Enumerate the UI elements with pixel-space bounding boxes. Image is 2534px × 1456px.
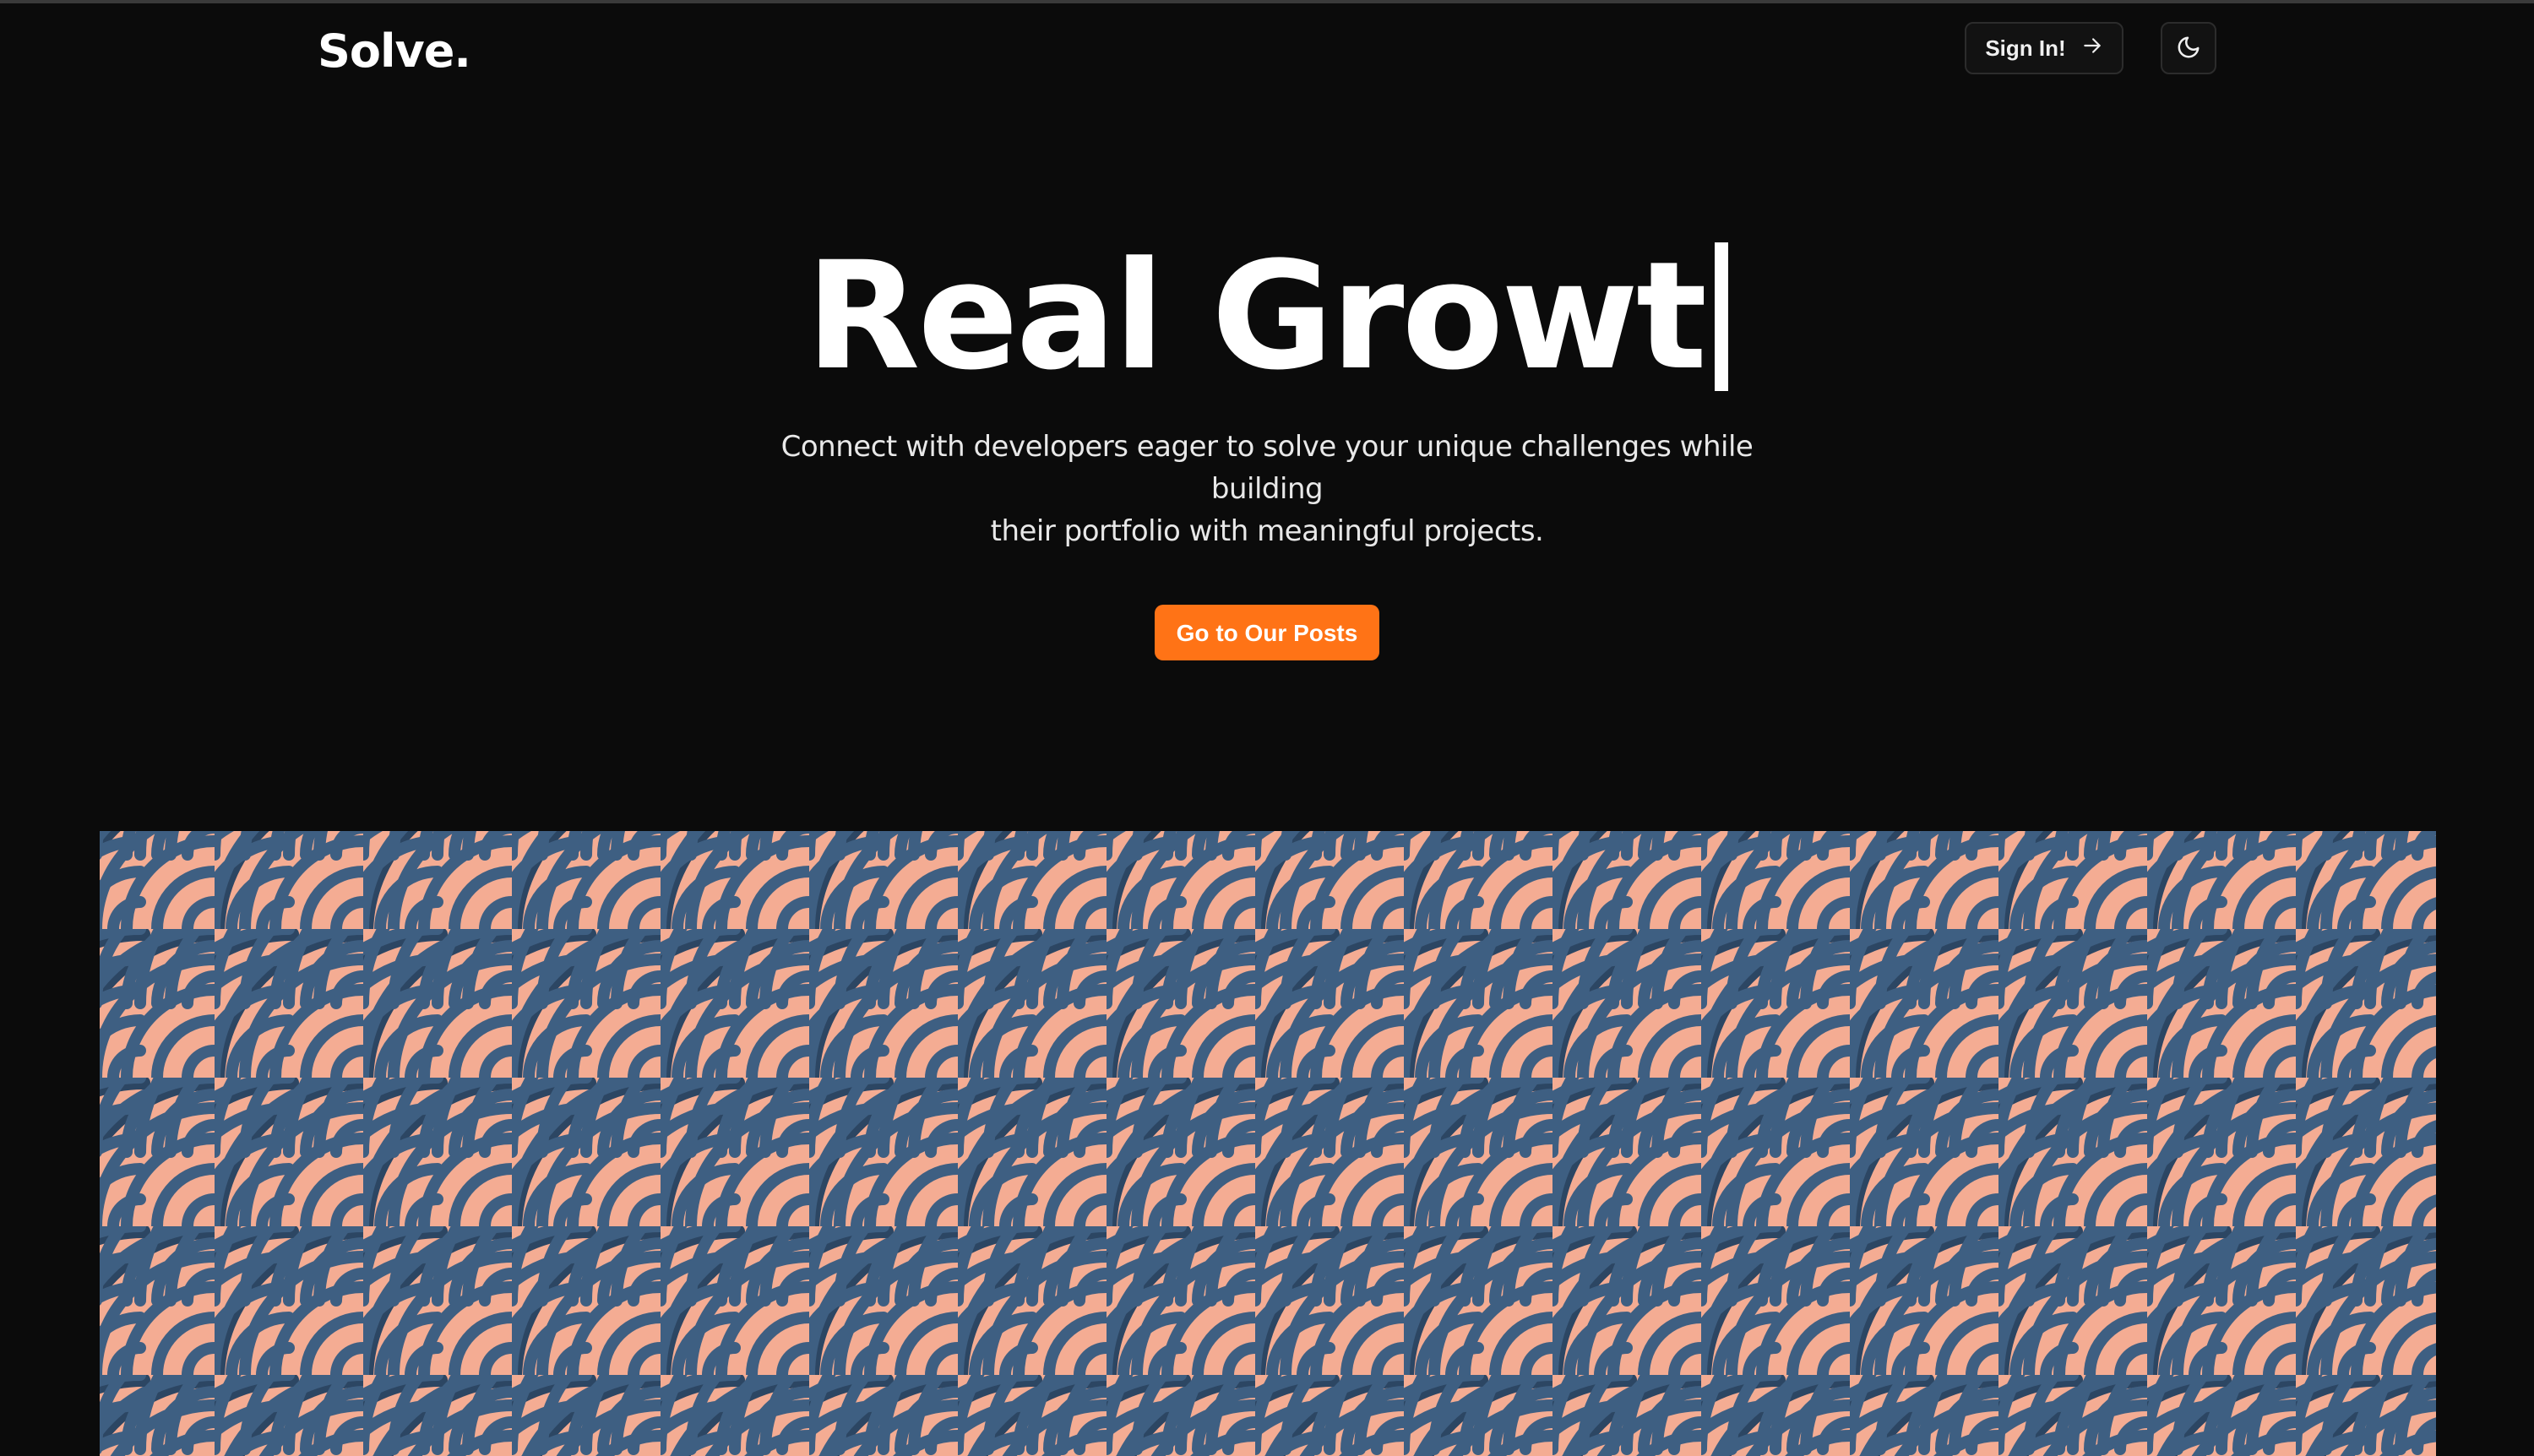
typing-caret — [1715, 242, 1729, 391]
sign-in-button[interactable]: Sign In! — [1965, 22, 2123, 74]
theme-toggle-button[interactable] — [2161, 22, 2216, 74]
page: Solve. Sign In! Real Growt Connect with … — [0, 0, 2534, 1456]
hero-subtitle-line-2: their portfolio with meaningful projects… — [990, 514, 1544, 548]
wave-pattern-image — [100, 831, 2436, 1456]
moon-icon — [2176, 35, 2201, 62]
site-logo[interactable]: Solve. — [318, 22, 471, 81]
hero-section: Real Growt Connect with developers eager… — [0, 228, 2534, 660]
hero-subtitle: Connect with developers eager to solve y… — [752, 426, 1782, 552]
window-top-border — [0, 0, 2534, 3]
hero-title: Real Growt — [805, 228, 1729, 405]
wave-pattern-banner — [100, 831, 2436, 1456]
arrow-right-icon — [2081, 35, 2103, 62]
hero-title-text: Real Growt — [805, 230, 1707, 403]
hero-subtitle-line-1: Connect with developers eager to solve y… — [780, 430, 1754, 506]
sign-in-label: Sign In! — [1985, 35, 2066, 61]
go-to-posts-button[interactable]: Go to Our Posts — [1155, 605, 1379, 660]
